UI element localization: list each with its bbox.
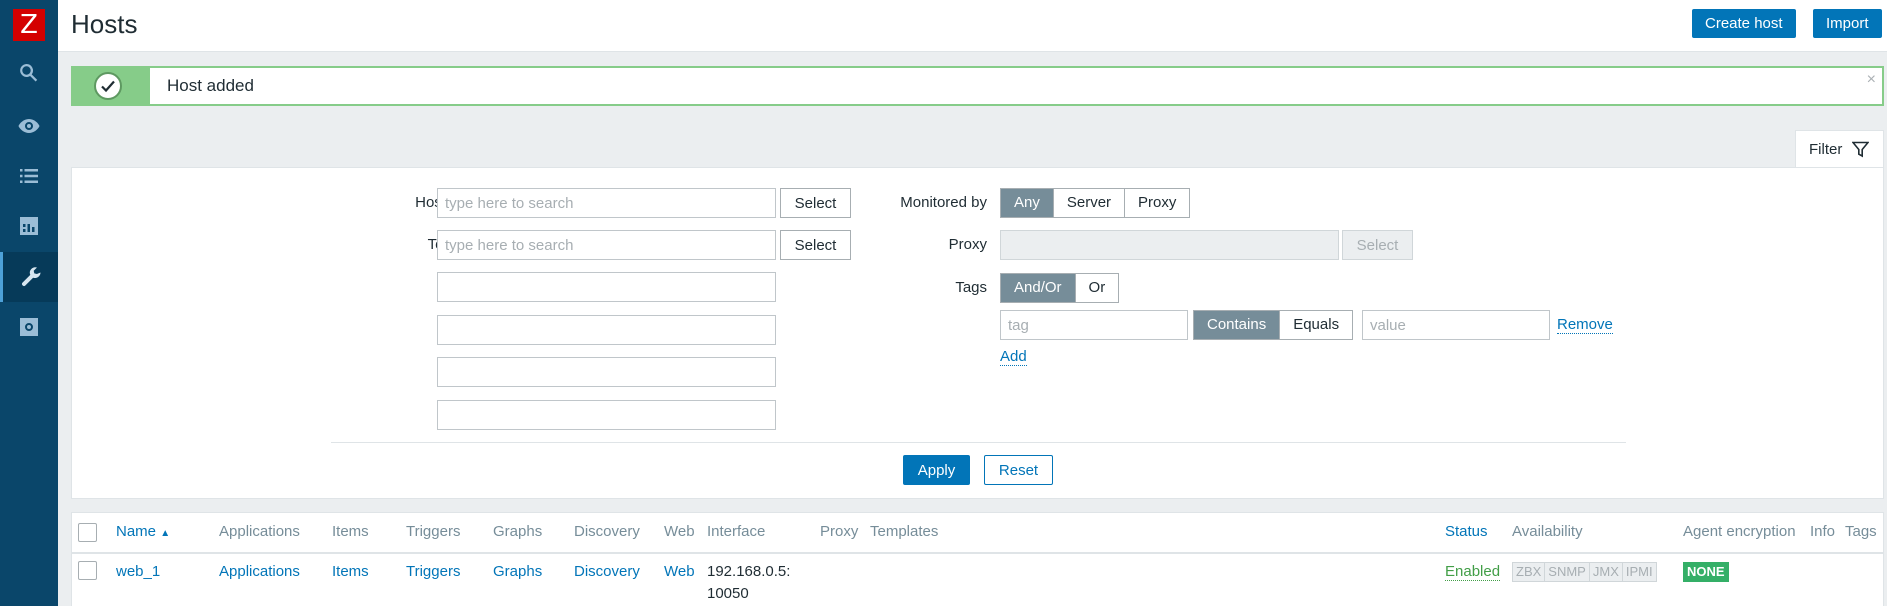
zbx-badge: ZBX <box>1513 563 1546 581</box>
status-enabled-link[interactable]: Enabled <box>1445 563 1501 581</box>
funnel-icon <box>1852 141 1870 158</box>
dns-input[interactable] <box>437 315 776 345</box>
column-header-templates: Templates <box>870 523 939 540</box>
jmx-badge: JMX <box>1590 563 1623 581</box>
success-message: Host added × <box>71 66 1884 106</box>
applications-link[interactable]: Applications <box>219 563 300 580</box>
reset-button[interactable]: Reset <box>984 455 1053 485</box>
proxy-input <box>1000 230 1339 260</box>
tag-match-segmented: Contains Equals <box>1193 310 1354 340</box>
port-input[interactable] <box>437 400 776 430</box>
triggers-link[interactable]: Triggers <box>406 563 460 580</box>
column-header-web: Web <box>664 523 695 540</box>
snmp-badge: SNMP <box>1545 563 1590 581</box>
monitored-by-any[interactable]: Any <box>1001 189 1054 217</box>
filter-tab-label: Filter <box>1809 141 1843 158</box>
monitored-by-segmented: Any Server Proxy <box>1000 188 1191 218</box>
zabbix-logo[interactable]: Z <box>13 9 45 41</box>
templates-input[interactable] <box>437 230 776 260</box>
column-header-interface: Interface <box>707 523 766 540</box>
host-groups-input[interactable] <box>437 188 776 218</box>
column-header-status[interactable]: Status <box>1445 523 1488 540</box>
table-header-divider <box>72 552 1883 554</box>
column-header-triggers: Triggers <box>406 523 461 540</box>
interface-port: 10050 <box>707 585 749 602</box>
column-header-availability: Availability <box>1512 523 1583 540</box>
create-host-button[interactable]: Create host <box>1692 9 1796 38</box>
discovery-link[interactable]: Discovery <box>574 563 640 580</box>
host-name-link[interactable]: web_1 <box>116 563 160 580</box>
name-input[interactable] <box>437 272 776 302</box>
sort-asc-icon: ▲ <box>160 528 171 539</box>
monitored-by-proxy[interactable]: Proxy <box>1125 189 1190 217</box>
monitored-by-server[interactable]: Server <box>1053 189 1126 217</box>
items-link[interactable]: Items <box>332 563 369 580</box>
tag-match-contains[interactable]: Contains <box>1194 311 1281 339</box>
graphs-link[interactable]: Graphs <box>493 563 542 580</box>
select-all-checkbox[interactable] <box>78 523 97 542</box>
tag-value-input[interactable] <box>1362 310 1550 340</box>
column-header-applications: Applications <box>219 523 300 540</box>
search-icon[interactable] <box>0 48 58 98</box>
message-text: Host added <box>167 76 254 95</box>
column-header-graphs: Graphs <box>493 523 543 540</box>
remove-tag-link[interactable]: Remove <box>1557 316 1613 334</box>
tags-operator-or[interactable]: Or <box>1075 274 1119 302</box>
gear-icon[interactable] <box>0 302 58 352</box>
column-header-info: Info <box>1810 523 1836 540</box>
row-checkbox[interactable] <box>78 561 97 580</box>
tag-match-equals[interactable]: Equals <box>1280 311 1353 339</box>
column-header-discovery: Discovery <box>574 523 640 540</box>
list-icon[interactable] <box>0 151 58 201</box>
ipmi-badge: IPMI <box>1625 564 1653 579</box>
column-header-tags: Tags <box>1845 523 1877 540</box>
close-icon[interactable]: × <box>1867 71 1876 89</box>
proxy-label: Proxy <box>948 236 987 253</box>
sidebar: Z <box>0 0 58 606</box>
filter-tab[interactable]: Filter <box>1795 130 1884 168</box>
column-header-name[interactable]: Name ▲ <box>116 523 170 540</box>
ip-input[interactable] <box>437 357 776 387</box>
filter-panel: Host groups Select Templates Select Name… <box>71 167 1884 499</box>
encryption-badge: NONE <box>1683 562 1729 582</box>
monitored-by-label: Monitored by <box>900 194 987 211</box>
add-tag-link[interactable]: Add <box>1000 348 1027 366</box>
tags-label: Tags <box>955 279 987 296</box>
proxy-select-button: Select <box>1342 230 1413 260</box>
tags-operator-segmented: And/Or Or <box>1000 273 1120 303</box>
column-header-agent-encryption: Agent encryption <box>1683 523 1796 540</box>
interface-address: 192.168.0.5: <box>707 563 791 580</box>
message-icon-box <box>73 68 150 104</box>
wrench-icon[interactable] <box>0 252 58 302</box>
host-groups-select-button[interactable]: Select <box>780 188 851 218</box>
web-link[interactable]: Web <box>664 563 695 580</box>
column-header-proxy: Proxy <box>820 523 859 540</box>
tag-input[interactable] <box>1000 310 1188 340</box>
column-header-items: Items <box>332 523 369 540</box>
eye-icon[interactable] <box>0 101 58 151</box>
check-icon <box>94 72 122 100</box>
filter-divider <box>331 442 1626 443</box>
import-button[interactable]: Import <box>1813 9 1882 38</box>
page-header: Hosts Create host Import <box>58 0 1887 52</box>
templates-select-button[interactable]: Select <box>780 230 851 260</box>
apply-button[interactable]: Apply <box>903 455 970 485</box>
page-title: Hosts <box>71 9 138 39</box>
availability-badges: ZBX SNMP JMX IPMI <box>1512 562 1657 582</box>
hosts-table: Name ▲ Applications Items Triggers Graph… <box>71 512 1884 606</box>
tags-operator-andor[interactable]: And/Or <box>1001 274 1076 302</box>
chart-icon[interactable] <box>0 201 58 251</box>
